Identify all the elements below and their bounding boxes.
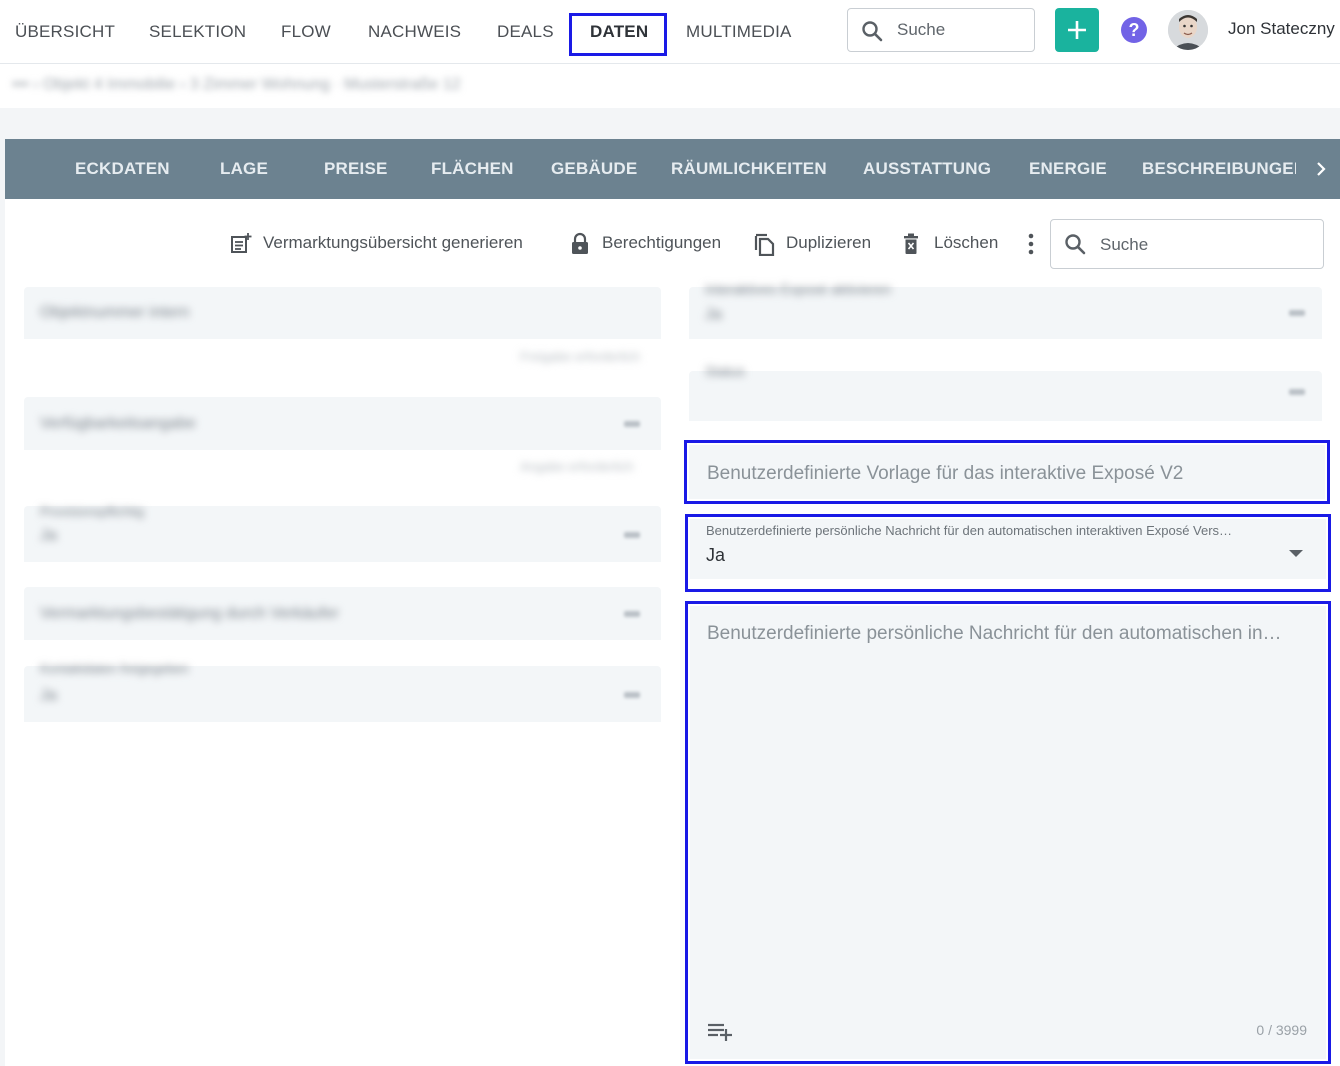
permissions-label: Berechtigungen (602, 233, 722, 252)
search-icon (862, 21, 883, 42)
permissions-button[interactable]: Berechtigungen (569, 230, 734, 256)
right-field-2[interactable]: Status (689, 363, 1322, 421)
left-field-3-label: Provisionspflichtig (40, 504, 145, 519)
delete-button[interactable]: Löschen (901, 230, 1006, 256)
section-tabs: ECKDATEN LAGE PREISE FLÄCHEN GEBÄUDE RÄU… (5, 139, 1340, 199)
nav-item-deals[interactable]: DEALS (497, 19, 554, 45)
right-field-2-label: Status (705, 363, 745, 379)
left-field-1-hint: Freigabe erforderlich (520, 349, 640, 364)
expose-template-field[interactable]: Benutzerdefinierte Vorlage für das inter… (689, 445, 1325, 499)
user-photo-icon (1168, 10, 1208, 50)
note-add-icon (231, 233, 252, 253)
expose-template-placeholder: Benutzerdefinierte Vorlage für das inter… (707, 463, 1184, 484)
global-search[interactable] (847, 8, 1035, 52)
global-search-input[interactable] (897, 17, 1027, 43)
personal-message-select[interactable]: Benutzerdefinierte persönliche Nachricht… (690, 519, 1326, 579)
character-counter: 0 / 3999 (1256, 1022, 1307, 1038)
left-field-1[interactable]: Objektnummer intern (24, 287, 661, 339)
left-field-3-dropdown-icon[interactable] (624, 532, 640, 538)
left-field-3-value: Ja (40, 527, 57, 544)
tab-energie[interactable]: ENERGIE (1029, 158, 1107, 180)
help-icon[interactable]: ? (1121, 17, 1147, 43)
left-field-5[interactable]: Kontaktdaten freigegeben Ja (24, 661, 661, 722)
delete-label: Löschen (934, 233, 999, 252)
tab-ausstattung[interactable]: AUSSTATTUNG (863, 158, 991, 180)
chevron-right-icon[interactable] (1313, 158, 1329, 180)
left-field-5-value: Ja (40, 687, 57, 704)
tab-eckdaten[interactable]: ECKDATEN (75, 158, 170, 180)
personal-message-placeholder: Benutzerdefinierte persönliche Nachricht… (707, 623, 1282, 644)
plus-icon (1068, 21, 1086, 39)
nav-item-uebersicht[interactable]: ÜBERSICHT (15, 19, 115, 45)
trash-icon (904, 233, 918, 254)
personal-message-textarea[interactable]: Benutzerdefinierte persönliche Nachricht… (690, 606, 1326, 1059)
breadcrumb: ••• › Objekt 4 Immobilie › 3 Zimmer Wohn… (12, 76, 461, 93)
nav-item-nachweis[interactable]: NACHWEIS (368, 19, 461, 45)
top-navigation: ÜBERSICHT SELEKTION FLOW NACHWEIS DEALS … (0, 0, 1340, 64)
left-field-2-dropdown-icon[interactable] (624, 421, 640, 427)
tab-beschreibungen[interactable]: BESCHREIBUNGEN (1142, 158, 1296, 180)
tab-preise[interactable]: PREISE (324, 158, 388, 180)
tab-raeumlichkeiten[interactable]: RÄUMLICHKEITEN (671, 158, 827, 180)
avatar[interactable] (1168, 10, 1208, 50)
generate-overview-label: Vermarktungsübersicht generieren (263, 233, 523, 252)
arrow-drop-down-icon[interactable] (1288, 549, 1304, 559)
right-field-1-value: Ja (705, 306, 722, 323)
left-field-2[interactable]: Verfügbarkeitsangabe (24, 397, 661, 450)
personal-message-select-label: Benutzerdefinierte persönliche Nachricht… (706, 523, 1233, 538)
lock-icon (572, 232, 588, 254)
left-field-5-label: Kontaktdaten freigegeben (40, 661, 189, 676)
more-vert-icon[interactable] (1026, 231, 1036, 257)
nav-item-daten[interactable]: DATEN (590, 19, 648, 45)
nav-item-selektion[interactable]: SELEKTION (149, 19, 246, 45)
right-field-1-dropdown-icon[interactable] (1289, 310, 1305, 316)
page-header-band (0, 108, 1340, 139)
user-name[interactable]: Jon Stateczny (1228, 19, 1340, 41)
playlist-add-icon[interactable] (707, 1021, 733, 1043)
right-field-2-dropdown-icon[interactable] (1289, 389, 1305, 395)
left-field-1-value: Objektnummer intern (40, 304, 190, 321)
field-search-input[interactable] (1100, 232, 1310, 258)
nav-item-flow[interactable]: FLOW (281, 19, 331, 45)
right-field-1[interactable]: Interaktives Exposé aktivieren Ja (689, 281, 1322, 339)
left-field-3[interactable]: Provisionspflichtig Ja (24, 504, 661, 562)
left-field-2-hint: Angabe erforderlich (520, 459, 634, 474)
nav-item-multimedia[interactable]: MULTIMEDIA (686, 19, 792, 45)
duplicate-label: Duplizieren (786, 233, 872, 252)
personal-message-select-value: Ja (706, 545, 726, 565)
duplicate-button[interactable]: Duplizieren (753, 230, 883, 256)
tab-gebaeude[interactable]: GEBÄUDE (551, 158, 637, 180)
copy-icon (754, 233, 775, 256)
left-field-4[interactable]: Vermarktungsbestätigung durch Verkäufer (24, 587, 661, 640)
left-field-2-value: Verfügbarkeitsangabe (40, 415, 196, 432)
right-field-1-label: Interaktives Exposé aktivieren (705, 281, 891, 297)
left-field-5-dropdown-icon[interactable] (624, 692, 640, 698)
tab-flaechen[interactable]: FLÄCHEN (431, 158, 514, 180)
generate-overview-button[interactable]: Vermarktungsübersicht generieren (230, 230, 550, 256)
tab-lage[interactable]: LAGE (220, 158, 268, 180)
left-edge (0, 139, 5, 1066)
search-icon (1065, 234, 1086, 255)
left-field-4-dropdown-icon[interactable] (624, 611, 640, 617)
left-field-4-value: Vermarktungsbestätigung durch Verkäufer (40, 605, 339, 622)
add-button[interactable] (1055, 8, 1099, 52)
field-search[interactable] (1050, 219, 1324, 269)
